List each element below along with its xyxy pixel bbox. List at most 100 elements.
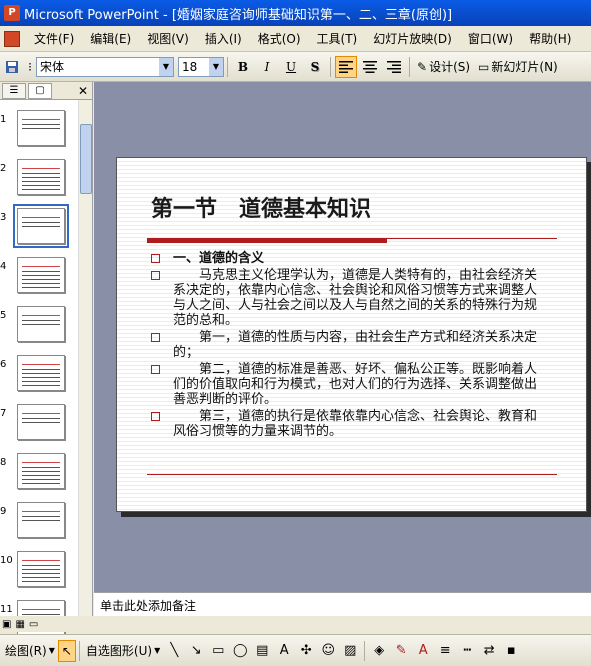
thumbnail-text-line [22,467,60,468]
toolbar-options-icon[interactable]: ⁝ [25,56,35,78]
thumbnail-text-line [22,320,60,321]
thumbnail-row[interactable]: 3 [0,204,78,252]
font-name-select[interactable]: 宋体 ▼ [36,56,174,77]
slide-thumbnail[interactable] [17,110,65,146]
draw-menu-button[interactable]: 绘图(R) ▼ [2,640,58,662]
slides-tab-icon[interactable]: ▢ [28,82,52,99]
menu-format[interactable]: 格式(O) [250,30,309,47]
title-bar: P Microsoft PowerPoint - [婚姻家庭咨询师基础知识第一、… [0,0,591,26]
bold-button[interactable]: B [232,56,254,78]
document-icon[interactable] [4,30,20,47]
thumbnail-text-line [22,569,60,570]
line-color-icon[interactable]: ✎ [391,641,411,661]
thumbnail-accent-line [22,462,60,463]
menu-tools[interactable]: 工具(T) [309,30,366,47]
slide-thumbnail[interactable] [17,453,65,489]
italic-button[interactable]: I [256,56,278,78]
slide-title[interactable]: 第一节 道德基本知识 [151,191,371,223]
menu-slideshow[interactable]: 幻灯片放映(D) [365,30,460,47]
slide-thumbnail[interactable] [13,204,69,248]
picture-icon[interactable]: ▨ [340,641,360,661]
design-button[interactable]: ✎ 设计(S) [413,58,474,75]
arrow-icon[interactable]: ↘ [186,641,206,661]
close-icon[interactable]: ✕ [78,84,88,98]
menu-file[interactable]: 文件(F) [26,30,82,47]
thumbnail-row[interactable]: 5 [0,306,78,350]
menu-insert[interactable]: 插入(I) [197,30,250,47]
slide-number: 1 [0,114,7,125]
slide-thumbnail[interactable] [17,404,65,440]
menu-view[interactable]: 视图(V) [139,30,197,47]
thumbnail-row[interactable]: 2 [0,159,78,203]
sorter-view-icon[interactable]: ▦ [15,619,24,630]
slide-body[interactable]: 一、道德的含义 马克思主义伦理学认为，道德是人类特有的，由社会经济关系决定的，依… [151,251,547,441]
thumbnail-row[interactable]: 8 [0,453,78,497]
textbox-icon[interactable]: ▤ [252,641,272,661]
align-center-icon[interactable] [359,56,381,78]
slideshow-view-icon[interactable]: ▭ [29,619,38,630]
outline-tab-icon[interactable]: ☰ [2,82,26,99]
draw-label: 绘图(R) [5,644,47,658]
slide-thumbnail[interactable] [17,306,65,342]
align-left-icon[interactable] [335,55,357,78]
slide-thumbnail[interactable] [17,551,65,587]
underline-button[interactable]: U [280,56,302,78]
thumbnail-scrollbar[interactable] [78,100,92,616]
thumbnail-text-line [22,483,60,484]
wordart-icon[interactable]: A [274,641,294,661]
diagram-icon[interactable]: ✣ [296,641,316,661]
slide-thumbnail[interactable] [17,159,65,195]
line-style-icon[interactable]: ≡ [435,641,455,661]
menu-help[interactable]: 帮助(H) [521,30,579,47]
select-pointer-icon[interactable]: ↖ [57,639,76,662]
pane-tabs: ☰ ▢ ✕ [0,82,92,100]
dash-style-icon[interactable]: ┅ [457,641,477,661]
slide-thumbnail[interactable] [17,355,65,391]
autoshapes-button[interactable]: 自选图形(U) ▼ [83,640,163,662]
shadow-style-icon[interactable]: ▪ [501,641,521,661]
align-right-icon[interactable] [383,56,405,78]
thumbnail-row[interactable]: 10 [0,551,78,595]
thumbnail-row[interactable]: 1 [0,110,78,154]
drawing-toolbar: 绘图(R) ▼ ↖ 自选图形(U) ▼ ╲ ↘ ▭ ◯ ▤ A ✣ ☺ ▨ ◈ … [0,634,591,666]
thumbnail-row[interactable]: 9 [0,502,78,546]
bullet-item: 第一，道德的性质与内容，由社会生产方式和经济关系决定的； [151,330,547,360]
thumbnail-row[interactable]: 7 [0,404,78,448]
bullet-square-icon [151,365,160,374]
save-icon[interactable] [1,56,23,78]
scrollbar-thumb[interactable] [80,124,92,194]
line-icon[interactable]: ╲ [164,641,184,661]
slide-thumbnail[interactable] [17,257,65,293]
title-accent-bar [147,238,387,243]
thumbnail-row[interactable]: 6 [0,355,78,399]
slides-pane: ☰ ▢ ✕ 1 2 3 4 5 6 7 8 9 10 11 [0,82,93,636]
current-slide[interactable]: 第一节 道德基本知识 一、道德的含义 马克思主义伦理学认为，道德是人类特有的，由… [116,157,587,512]
font-size-select[interactable]: 18 ▼ [178,56,224,77]
thumbnail-text-line [22,124,60,125]
new-slide-button[interactable]: ▭ 新幻灯片(N) [474,58,562,75]
menu-window[interactable]: 窗口(W) [460,30,521,47]
oval-icon[interactable]: ◯ [230,641,250,661]
normal-view-icon[interactable]: ▣ [2,619,11,630]
thumbnail-text-line [22,373,60,374]
separator [409,56,410,77]
arrow-style-icon[interactable]: ⇄ [479,641,499,661]
separator [364,640,366,661]
fill-color-icon[interactable]: ◈ [369,641,389,661]
chevron-down-icon: ▼ [159,57,173,76]
bullet-heading: 一、道德的含义 [173,251,265,266]
rectangle-icon[interactable]: ▭ [208,641,228,661]
thumbnail-accent-line [22,609,60,610]
shadow-button[interactable]: S [304,56,326,78]
clipart-icon[interactable]: ☺ [318,641,338,661]
slide-thumbnail[interactable] [17,502,65,538]
notes-pane[interactable]: 单击此处添加备注 [94,592,591,616]
menu-edit[interactable]: 编辑(E) [82,30,139,47]
slide-number: 7 [0,408,7,419]
thumbnail-text-line [22,385,60,386]
thumbnail-row[interactable]: 4 [0,257,78,301]
font-color-icon[interactable]: A [413,641,433,661]
thumbnail-text-line [22,222,60,223]
thumbnail-text-line [22,189,60,190]
thumbnail-text-line [22,520,60,521]
